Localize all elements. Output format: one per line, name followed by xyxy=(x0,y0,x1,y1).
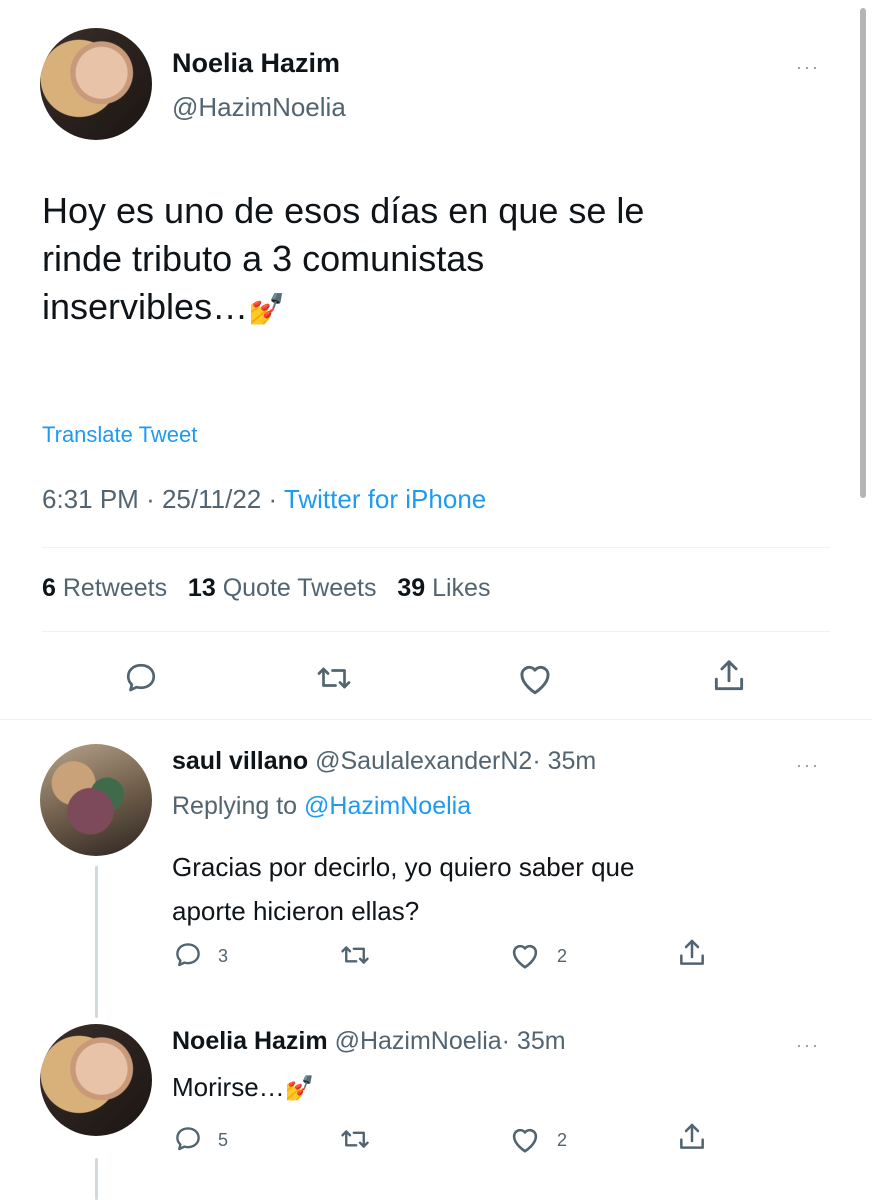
reply-text-line: Gracias por decirlo, yo quiero saber que xyxy=(172,852,635,882)
retweet-icon[interactable] xyxy=(338,940,372,970)
reply-header: saul villano @SaulalexanderN2· 35m xyxy=(172,747,596,776)
tweet-date[interactable]: 25/11/22 xyxy=(162,484,261,514)
scrollbar[interactable] xyxy=(860,8,866,498)
avatar[interactable] xyxy=(40,28,152,140)
reply-icon[interactable] xyxy=(173,1124,203,1154)
author-handle[interactable]: @HazimNoelia xyxy=(335,1027,502,1055)
meta-separator: · xyxy=(146,484,155,514)
reply-time[interactable]: · 35m xyxy=(532,747,596,775)
reply-header: Noelia Hazim @HazimNoelia· 35m xyxy=(172,1027,566,1056)
more-icon[interactable]: ··· xyxy=(796,756,820,774)
replying-to-handle[interactable]: @HazimNoelia xyxy=(304,792,471,820)
nail-polish-emoji: 💅 xyxy=(284,1075,315,1102)
reply-text: Morirse…💅 xyxy=(172,1072,315,1103)
tweet-time: 6:31 PM xyxy=(42,484,139,514)
thread-line xyxy=(95,1158,98,1200)
thread-line xyxy=(95,866,98,1018)
quotes-stat[interactable]: 13 Quote Tweets xyxy=(188,574,377,602)
likes-stat[interactable]: 39 Likes xyxy=(397,574,490,602)
retweet-icon[interactable] xyxy=(314,660,354,696)
tweet-stats: 6 Retweets 13 Quote Tweets 39 Likes xyxy=(42,574,490,603)
author-handle[interactable]: @SaulalexanderN2 xyxy=(315,747,532,775)
quotes-label: Quote Tweets xyxy=(222,574,377,602)
tweet-text-fragment: inservibles… xyxy=(42,286,249,327)
tweet-meta: 6:31 PM · 25/11/22 · Twitter for iPhone xyxy=(42,484,486,515)
author-name[interactable]: saul villano xyxy=(172,747,308,775)
reply-text: Gracias por decirlo, yo quiero saber que… xyxy=(172,845,634,933)
more-icon[interactable]: ··· xyxy=(796,58,820,76)
more-icon[interactable]: ··· xyxy=(796,1036,820,1054)
reply-icon[interactable] xyxy=(122,660,160,696)
likes-label: Likes xyxy=(432,574,491,602)
tweet-text: Hoy es uno de esos días en que se le rin… xyxy=(42,193,832,337)
author-handle[interactable]: @HazimNoelia xyxy=(172,92,346,123)
divider xyxy=(42,631,830,632)
retweets-label: Retweets xyxy=(62,574,168,602)
share-icon[interactable] xyxy=(710,656,748,696)
author-name[interactable]: Noelia Hazim xyxy=(172,48,340,79)
share-icon[interactable] xyxy=(676,936,708,970)
replying-to-label: Replying to xyxy=(172,792,298,820)
tweet-text-line: Hoy es uno de esos días en que se le xyxy=(42,190,645,231)
nail-polish-emoji: 💅 xyxy=(248,293,286,326)
reply-count: 3 xyxy=(218,946,229,966)
retweets-stat[interactable]: 6 Retweets xyxy=(42,574,167,602)
likes-count: 39 xyxy=(397,574,426,602)
avatar[interactable] xyxy=(40,1024,152,1136)
like-icon[interactable] xyxy=(508,940,542,970)
avatar[interactable] xyxy=(40,744,152,856)
reply-count: 5 xyxy=(218,1130,229,1150)
tweet-text-line: rinde tributo a 3 comunistas xyxy=(42,238,485,279)
tweet-source-link[interactable]: Twitter for iPhone xyxy=(284,484,486,514)
reply-text-line: aporte hicieron ellas? xyxy=(172,896,420,926)
reply-icon[interactable] xyxy=(173,940,203,970)
reply-text-fragment: Morirse… xyxy=(172,1072,285,1102)
share-icon[interactable] xyxy=(676,1120,708,1154)
retweets-count: 6 xyxy=(42,574,56,602)
reply-time[interactable]: · 35m xyxy=(502,1027,566,1055)
tweet-text-line: inservibles…💅 xyxy=(42,289,832,337)
meta-separator: · xyxy=(268,484,278,514)
like-icon[interactable] xyxy=(508,1124,542,1154)
replying-to: Replying to @HazimNoelia xyxy=(172,792,471,821)
like-count: 2 xyxy=(557,1130,568,1150)
divider xyxy=(42,547,830,548)
divider xyxy=(0,719,872,720)
like-icon[interactable] xyxy=(515,660,555,696)
retweet-icon[interactable] xyxy=(338,1124,372,1154)
translate-tweet-link[interactable]: Translate Tweet xyxy=(42,422,197,448)
author-name[interactable]: Noelia Hazim xyxy=(172,1027,328,1055)
like-count: 2 xyxy=(557,946,568,966)
quotes-count: 13 xyxy=(187,574,216,602)
